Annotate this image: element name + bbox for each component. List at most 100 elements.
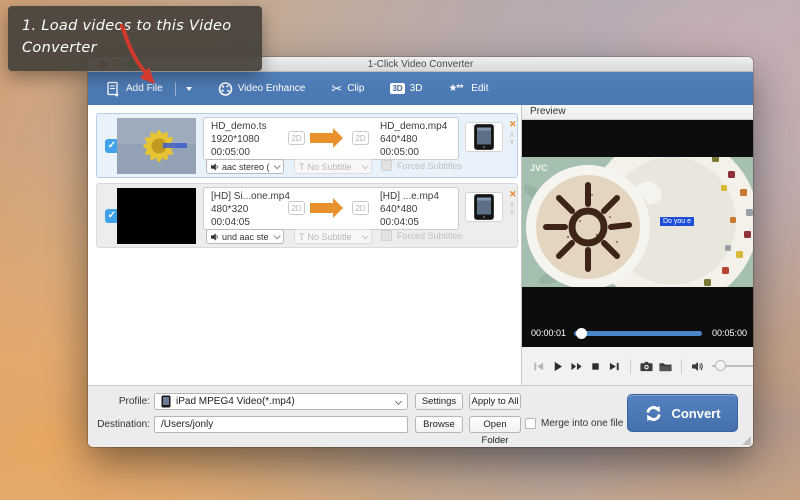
video-row-1[interactable]: ✓ HD_demo.ts 1920*1080 00:05:00 2D 2D HD… (96, 113, 518, 178)
seek-handle[interactable] (576, 328, 587, 339)
seek-bar[interactable] (574, 328, 702, 339)
video-row-2[interactable]: ✓ [HD] Si...one.mp4 480*320 00:04:05 2D … (96, 183, 518, 248)
video-enhance-label: Video Enhance (237, 83, 306, 94)
move-down-icon[interactable]: ∨ (509, 138, 515, 146)
divider (174, 81, 176, 96)
video-enhance-button[interactable]: Video Enhance (218, 81, 306, 96)
play-button[interactable] (551, 360, 564, 373)
reorder-arrows[interactable]: ∧ ∨ (509, 131, 515, 146)
app-window: 1-Click Video Converter Add File Video E… (88, 57, 753, 447)
3d-badge-icon: 3D (390, 83, 405, 94)
current-time: 00:00:01 (531, 328, 567, 338)
ipad-icon (474, 194, 494, 220)
profile-select[interactable]: iPad MPEG4 Video(*.mp4) (154, 393, 408, 410)
subtitle-select: T No Subtitle (294, 229, 372, 244)
2d-badge-source: 2D (288, 201, 305, 215)
volume-slider[interactable] (712, 360, 753, 371)
clip-button[interactable]: ✂ Clip (331, 81, 364, 97)
2d-badge-source: 2D (288, 131, 305, 145)
reorder-arrows[interactable]: ∧ ∨ (509, 201, 515, 216)
chevron-down-icon (273, 162, 281, 170)
destination-input[interactable]: /Users/jonly (154, 416, 408, 433)
source-duration: 00:05:00 (211, 147, 250, 158)
stars-icon: ★★★ (448, 83, 465, 94)
open-snapshot-folder-button[interactable] (659, 360, 672, 373)
remove-row-button[interactable]: ✕ (509, 120, 517, 129)
clip-label: Clip (347, 83, 365, 94)
source-resolution: 1920*1080 (211, 134, 260, 145)
audio-track-select[interactable]: aac stereo ( (206, 159, 284, 174)
stop-button[interactable] (589, 360, 602, 373)
source-filename: HD_demo.ts (211, 121, 267, 132)
divider (681, 358, 682, 374)
profile-value: iPad MPEG4 Video(*.mp4) (176, 396, 295, 407)
open-folder-button[interactable]: Open Folder (469, 416, 521, 446)
chevron-down-icon (361, 232, 369, 240)
next-button[interactable] (608, 360, 621, 373)
red-arrow-icon (119, 23, 155, 84)
preview-video-frame: JVC Do you e (522, 135, 753, 307)
bottom-panel: Profile: iPad MPEG4 Video(*.mp4) Setting… (88, 385, 753, 447)
audio-track-value: und aac ste (222, 231, 269, 242)
merge-option[interactable]: Merge into one file (525, 418, 623, 429)
preview-header: Preview (522, 105, 753, 120)
target-filename: HD_demo.mp4 (380, 121, 448, 132)
convert-label: Convert (671, 405, 721, 421)
audio-track-select[interactable]: und aac ste (206, 229, 284, 244)
edit-button[interactable]: ★★★ Edit (449, 83, 489, 94)
device-profile-box (465, 192, 503, 222)
subtitle-value: No Subtitle (307, 161, 352, 172)
video-thumbnail (117, 118, 196, 174)
destination-label: Destination: (97, 419, 150, 430)
target-duration: 00:05:00 (380, 147, 419, 158)
add-file-dropdown-caret-icon[interactable] (185, 86, 192, 91)
forced-subtitles-checkbox (381, 230, 392, 241)
settings-button[interactable]: Settings (415, 393, 463, 410)
move-down-icon[interactable]: ∨ (509, 208, 515, 216)
convert-direction-arrow-icon (310, 198, 343, 218)
palette-icon (218, 81, 232, 96)
merge-checkbox[interactable] (525, 418, 536, 429)
source-info: HD_demo.ts 1920*1080 00:05:00 (211, 120, 267, 159)
jvc-watermark: JVC (530, 163, 548, 173)
snapshot-camera-button[interactable] (640, 360, 653, 373)
preview-screen[interactable]: JVC Do you e 00:00:01 00:05:00 (522, 120, 753, 347)
playback-controls (522, 347, 753, 385)
merge-label: Merge into one file (541, 418, 624, 429)
preview-panel: Preview JVC Do you e 00:00:01 00:05:00 (521, 105, 753, 385)
total-time: 00:05:00 (711, 328, 747, 338)
audio-track-value: aac stereo ( (222, 161, 270, 172)
fast-forward-button[interactable] (570, 360, 583, 373)
speaker-icon (211, 162, 218, 171)
2d-badge-target: 2D (352, 201, 369, 215)
target-info: [HD] ...e.mp4 640*480 00:04:05 (380, 190, 439, 229)
conversion-info-box: HD_demo.ts 1920*1080 00:05:00 2D 2D HD_d… (203, 117, 459, 160)
volume-handle[interactable] (715, 360, 726, 371)
volume-speaker-icon[interactable] (691, 360, 704, 373)
target-resolution: 640*480 (380, 134, 418, 145)
target-info: HD_demo.mp4 640*480 00:05:00 (380, 120, 447, 159)
conversion-info-box: [HD] Si...one.mp4 480*320 00:04:05 2D 2D… (203, 187, 459, 230)
source-duration: 00:04:05 (211, 217, 250, 228)
previous-button[interactable] (532, 360, 545, 373)
subtitle-value: No Subtitle (307, 231, 352, 242)
convert-button[interactable]: Convert (627, 394, 738, 432)
target-resolution: 640*480 (380, 204, 418, 215)
forced-subtitles-option: Forced Subtitles (381, 230, 462, 241)
remove-row-button[interactable]: ✕ (509, 190, 517, 199)
subtitle-t-icon: T (299, 231, 305, 242)
resize-grip[interactable] (742, 436, 751, 445)
apply-to-all-button[interactable]: Apply to All (469, 393, 521, 410)
forced-subtitles-option: Forced Subtitles (381, 160, 462, 171)
source-resolution: 480*320 (211, 204, 249, 215)
3d-label: 3D (409, 83, 423, 94)
chevron-down-icon (394, 397, 403, 406)
browse-button[interactable]: Browse (415, 416, 463, 433)
forced-subtitles-label: Forced Subtitles (397, 230, 463, 241)
convert-arrows-icon (646, 405, 662, 421)
playback-time-row: 00:00:01 00:05:00 (522, 326, 753, 340)
3d-button[interactable]: 3D 3D (390, 83, 423, 94)
chevron-down-icon (361, 162, 369, 170)
divider (630, 358, 631, 374)
target-filename: [HD] ...e.mp4 (380, 191, 439, 202)
